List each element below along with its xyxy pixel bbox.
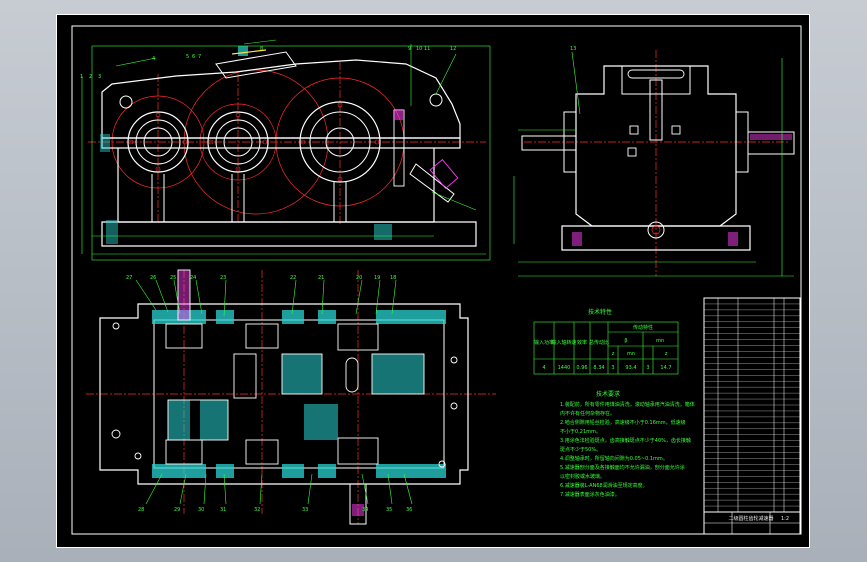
svg-text:12: 12 bbox=[450, 46, 456, 52]
svg-text:30: 30 bbox=[198, 507, 204, 513]
requirement-line-1: 内不许有任何杂物存在。 bbox=[560, 410, 615, 417]
svg-text:32: 32 bbox=[254, 507, 260, 513]
plan-view: 27 26 25 24 23 22 21 20 19 18 28 29 30 31 32 33 34… bbox=[86, 269, 496, 525]
svg-text:20: 20 bbox=[356, 275, 362, 281]
svg-text:34: 34 bbox=[362, 507, 368, 513]
svg-text:22: 22 bbox=[290, 275, 296, 281]
svg-text:8: 8 bbox=[260, 46, 263, 52]
svg-text:21: 21 bbox=[318, 275, 324, 281]
tt-sub-4: z bbox=[665, 351, 668, 357]
svg-text:7: 7 bbox=[198, 54, 201, 60]
tt-header-4: 传动特性 bbox=[633, 324, 653, 331]
svg-text:23: 23 bbox=[220, 275, 226, 281]
requirement-line-10: 7.减速器表面涂灰色油漆。 bbox=[560, 491, 620, 498]
tt-header-1: 输入轴转速 bbox=[551, 339, 576, 346]
parts-list: 二级圆柱齿轮减速器 1:2 bbox=[703, 297, 801, 535]
title-block-name: 二级圆柱齿轮减速器 bbox=[728, 515, 773, 522]
tt-sub-1: mn bbox=[656, 338, 664, 344]
svg-text:5: 5 bbox=[186, 54, 189, 60]
svg-text:4: 4 bbox=[152, 56, 155, 62]
svg-text:9: 9 bbox=[408, 46, 411, 52]
tech-table: 技术特性 输入功率 输入轴转速 效率 总传动比 传动特性 β mn z mn z… bbox=[533, 308, 679, 375]
requirement-line-0: 1.装配前，所有零件用煤油清洗，滚动轴承用汽油清洗，箱体 bbox=[560, 401, 695, 408]
tech-table-title: 技术特性 bbox=[588, 308, 612, 316]
tt-cell-6: 3 bbox=[646, 365, 649, 371]
parts-list-rows bbox=[704, 303, 800, 507]
svg-text:6: 6 bbox=[192, 54, 195, 60]
tech-requirements: 技术要求 1.装配前，所有零件用煤油清洗，滚动轴承用汽油清洗，箱体 内不许有任何… bbox=[560, 390, 695, 498]
tt-cell-5: 93.4 bbox=[625, 365, 636, 371]
svg-text:25: 25 bbox=[170, 275, 176, 281]
tt-cell-3: 8.34 bbox=[593, 365, 604, 371]
svg-text:27: 27 bbox=[126, 275, 132, 281]
svg-text:36: 36 bbox=[406, 507, 412, 513]
requirement-line-4: 3.用涂色法检验斑点，齿高接触斑点不少于40%，齿长接触 bbox=[560, 437, 691, 444]
svg-text:19: 19 bbox=[374, 275, 380, 281]
requirement-line-9: 6.减速器装L-AN68润滑油至规定高度。 bbox=[560, 482, 648, 489]
svg-text:18: 18 bbox=[390, 275, 396, 281]
svg-text:2: 2 bbox=[89, 74, 92, 80]
tt-sub-2: z bbox=[612, 351, 615, 357]
svg-text:33: 33 bbox=[302, 507, 308, 513]
drawing-sheet[interactable]: 123 4567 8 9 10 11 12 13 27 26 25 24 23 … bbox=[56, 14, 810, 548]
tt-cell-2: 0.96 bbox=[576, 365, 587, 371]
svg-text:3: 3 bbox=[98, 74, 101, 80]
tt-header-3: 总传动比 bbox=[589, 339, 609, 346]
side-view: 13 bbox=[513, 46, 795, 277]
front-view: 123 4567 8 9 10 11 12 bbox=[80, 39, 491, 261]
requirement-line-6: 4.调整轴承时，所留轴向间隙为0.05~0.1mm。 bbox=[560, 455, 668, 462]
tt-sub-0: β bbox=[624, 338, 627, 344]
title-block-scale: 1:2 bbox=[781, 516, 789, 522]
tt-cell-7: 14.7 bbox=[660, 365, 671, 371]
tt-cell-1: 1440 bbox=[558, 365, 571, 371]
svg-text:10: 10 bbox=[416, 46, 422, 52]
assembly-drawing: 123 4567 8 9 10 11 12 13 27 26 25 24 23 … bbox=[56, 14, 810, 548]
cad-viewport[interactable]: 123 4567 8 9 10 11 12 13 27 26 25 24 23 … bbox=[0, 0, 867, 562]
svg-text:24: 24 bbox=[190, 275, 196, 281]
tt-cell-4: 3 bbox=[611, 365, 614, 371]
svg-text:13: 13 bbox=[570, 46, 576, 52]
svg-text:28: 28 bbox=[138, 507, 144, 513]
svg-text:11: 11 bbox=[424, 46, 430, 52]
svg-text:29: 29 bbox=[174, 507, 180, 513]
tt-header-2: 效率 bbox=[577, 339, 587, 346]
svg-text:26: 26 bbox=[150, 275, 156, 281]
requirement-line-2: 2.啮合侧隙用铅丝检验，高速级不小于0.16mm，低速级 bbox=[560, 419, 686, 426]
requirements-title: 技术要求 bbox=[596, 390, 620, 398]
requirement-line-5: 斑点不少于50%。 bbox=[560, 446, 601, 453]
requirement-line-3: 不小于0.21mm。 bbox=[560, 428, 601, 435]
tt-sub-3: mn bbox=[627, 351, 635, 357]
requirement-line-7: 5.减速器剖分面及各接触面均不允许漏油，剖分面允许涂 bbox=[560, 464, 685, 471]
svg-text:1: 1 bbox=[80, 74, 83, 80]
svg-text:35: 35 bbox=[386, 507, 392, 513]
svg-text:31: 31 bbox=[220, 507, 226, 513]
tt-cell-0: 4 bbox=[542, 365, 545, 371]
requirement-line-8: 以密封胶或水玻璃。 bbox=[560, 473, 605, 480]
